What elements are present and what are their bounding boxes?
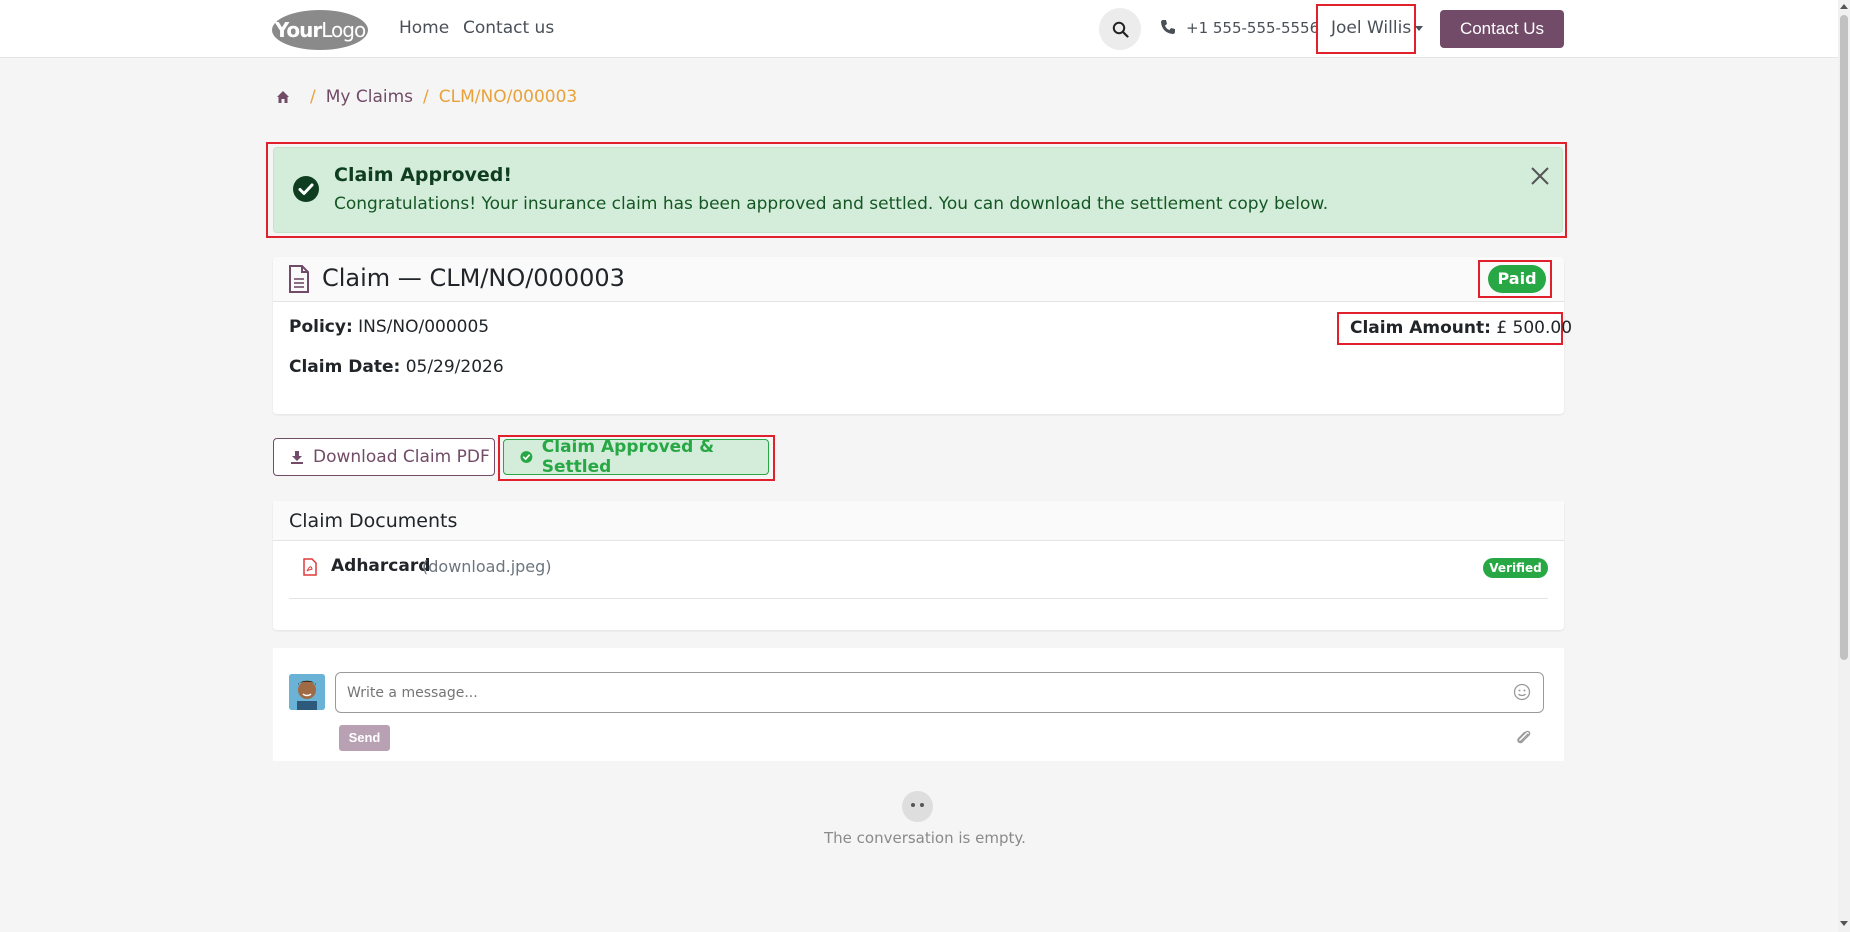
check-circle-icon: [293, 176, 319, 202]
paperclip-icon[interactable]: [1515, 728, 1533, 748]
contact-us-button[interactable]: Contact Us: [1440, 10, 1564, 48]
breadcrumb-current: CLM/NO/000003: [438, 87, 578, 107]
chatter-composer: Send: [273, 648, 1564, 761]
policy-value: INS/NO/000005: [358, 317, 490, 337]
claim-card-header: Claim — CLM/NO/000003: [273, 257, 1564, 302]
vertical-scrollbar[interactable]: [1838, 0, 1850, 932]
pdf-file-icon: [303, 558, 317, 576]
download-icon: [291, 451, 303, 464]
empty-conversation-icon: [902, 791, 933, 822]
claim-amount-label: Claim Amount:: [1350, 318, 1491, 338]
policy-label: Policy:: [289, 317, 353, 337]
phone-number[interactable]: +1 555-555-5556: [1186, 19, 1319, 37]
download-button-label: Download Claim PDF: [313, 447, 490, 467]
message-input[interactable]: [335, 672, 1544, 713]
search-icon: [1112, 21, 1129, 38]
nav-contact-link[interactable]: Contact us: [463, 18, 554, 38]
document-icon: [289, 265, 309, 293]
company-logo[interactable]: YourLogo: [272, 10, 368, 50]
breadcrumb-separator: /: [310, 87, 316, 107]
claim-amount-field: Claim Amount: £ 500.00: [1350, 318, 1572, 338]
claim-title: Claim — CLM/NO/000003: [322, 264, 625, 292]
check-circle-icon: [520, 451, 533, 463]
claim-documents-header: Claim Documents: [273, 501, 1564, 541]
send-button[interactable]: Send: [339, 725, 390, 751]
claim-date-label: Claim Date:: [289, 357, 401, 377]
scroll-down-icon[interactable]: [1840, 921, 1848, 926]
breadcrumb: / My Claims / CLM/NO/000003: [276, 87, 577, 107]
close-icon[interactable]: [1529, 165, 1551, 187]
chevron-down-icon: [1415, 26, 1423, 31]
success-alert: Claim Approved! Congratulations! Your in…: [273, 147, 1563, 233]
settled-button-label: Claim Approved & Settled: [541, 437, 715, 477]
claim-settled-button[interactable]: Claim Approved & Settled: [503, 437, 769, 477]
user-avatar-icon: [289, 674, 325, 710]
top-navbar: YourLogo Home Contact us +1 555-555-5556…: [0, 0, 1838, 58]
list-item[interactable]: Adharcard (download.jpeg) Verified: [289, 556, 1548, 599]
alert-title: Claim Approved!: [334, 164, 513, 186]
claim-documents-title: Claim Documents: [289, 510, 458, 532]
breadcrumb-my-claims[interactable]: My Claims: [326, 87, 413, 107]
scrollbar-thumb[interactable]: [1840, 15, 1848, 660]
verified-badge: Verified: [1483, 558, 1548, 578]
empty-conversation-text: The conversation is empty.: [824, 829, 1026, 847]
document-name[interactable]: Adharcard: [331, 556, 430, 576]
document-filename: (download.jpeg): [422, 557, 552, 576]
nav-home-link[interactable]: Home: [399, 18, 449, 38]
claim-amount-value: £ 500.00: [1496, 318, 1573, 338]
home-icon[interactable]: [276, 90, 290, 104]
breadcrumb-separator: /: [423, 87, 429, 107]
alert-message: Congratulations! Your insurance claim ha…: [334, 194, 1329, 214]
status-badge: Paid: [1488, 265, 1546, 293]
policy-field: Policy: INS/NO/000005: [289, 317, 489, 337]
scroll-up-icon[interactable]: [1840, 4, 1848, 9]
download-claim-pdf-button[interactable]: Download Claim PDF: [273, 438, 495, 476]
avatar: [289, 674, 325, 710]
search-button[interactable]: [1099, 8, 1141, 50]
phone-icon: [1161, 20, 1175, 34]
claim-date-field: Claim Date: 05/29/2026: [289, 357, 504, 377]
emoji-icon[interactable]: [1513, 683, 1531, 701]
claim-documents-card: Claim Documents Adharcard (download.jpeg…: [273, 501, 1564, 630]
user-menu-toggle[interactable]: Joel Willis: [1331, 18, 1411, 38]
claim-date-value: 05/29/2026: [405, 357, 504, 377]
